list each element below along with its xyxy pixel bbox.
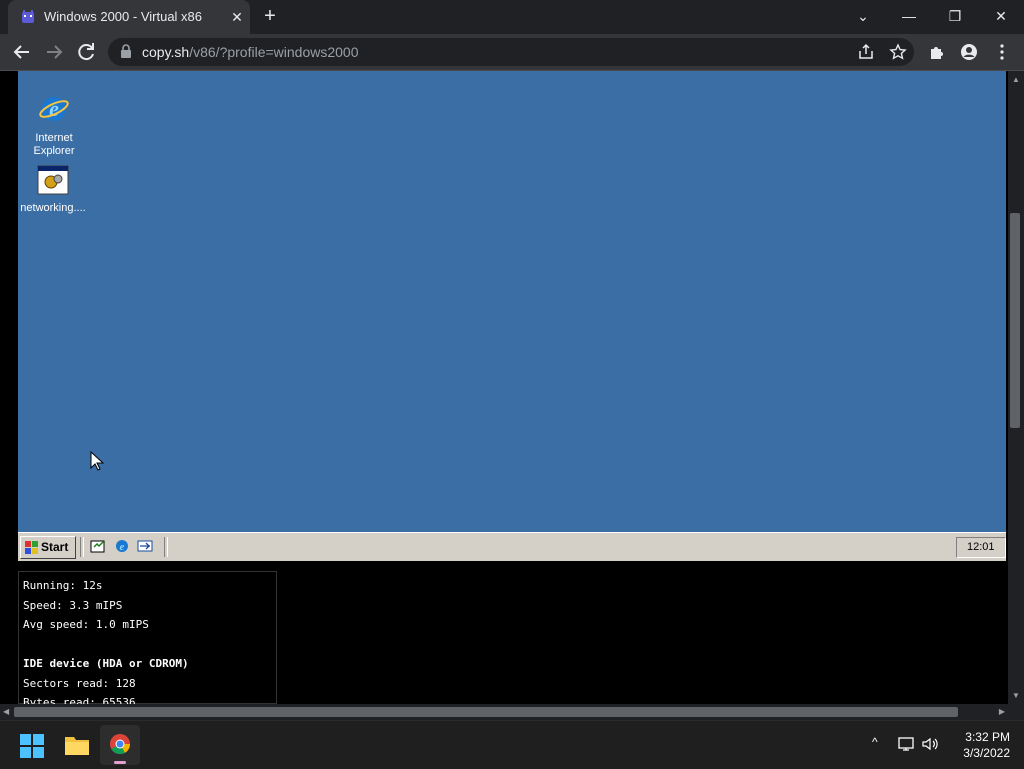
show-hidden-icons-chevron-icon[interactable]: ^ xyxy=(872,735,878,749)
mouse-cursor-icon xyxy=(90,451,104,471)
windows-flag-icon xyxy=(25,541,38,554)
desktop-icon-networking[interactable]: networking.... xyxy=(17,165,89,215)
share-icon[interactable] xyxy=(857,43,875,61)
tab-close-icon[interactable]: ✕ xyxy=(228,8,246,26)
horizontal-scrollbar[interactable]: ◀ ▶ xyxy=(0,704,1008,720)
lock-icon[interactable] xyxy=(120,44,132,58)
stat-sectors-read: Sectors read: 128 xyxy=(23,676,136,690)
forward-arrow-icon[interactable] xyxy=(42,40,66,64)
win2k-taskbar: Start e 12:01 xyxy=(18,532,1006,561)
start-label: Start xyxy=(41,540,69,554)
chrome-icon xyxy=(110,734,131,755)
taskbar-separator xyxy=(80,537,84,557)
volume-icon[interactable] xyxy=(921,736,941,752)
svg-text:e: e xyxy=(49,96,59,121)
desktop-icon-label: Internet Explorer xyxy=(33,132,75,157)
address-bar[interactable]: copy.sh/v86/?profile=windows2000 xyxy=(108,38,914,66)
desktop-icon-internet-explorer[interactable]: e Internet Explorer xyxy=(18,93,90,158)
clock-date: 3/3/2022 xyxy=(963,746,1010,760)
tab-title: Windows 2000 - Virtual x86 xyxy=(44,9,203,24)
scroll-up-arrow-icon[interactable]: ▲ xyxy=(1012,75,1020,84)
system-clock[interactable]: 3:32 PM 3/3/2022 xyxy=(963,729,1010,761)
bookmark-star-icon[interactable] xyxy=(889,43,907,61)
windows-start-icon[interactable] xyxy=(20,734,44,758)
start-button[interactable]: Start xyxy=(20,536,76,559)
win2k-desktop[interactable]: e Internet Explorer networking.... xyxy=(18,71,1006,532)
networking-icon xyxy=(37,165,69,195)
svg-text:e: e xyxy=(120,541,125,553)
tab-search-chevron-icon[interactable]: ⌄ xyxy=(841,0,885,32)
reload-icon[interactable] xyxy=(74,40,98,64)
tab-strip: Windows 2000 - Virtual x86 ✕ + ⌄ — ❐ ✕ xyxy=(0,0,1024,34)
desktop-icon-label: networking.... xyxy=(20,202,86,214)
new-tab-button[interactable]: + xyxy=(260,6,280,26)
extensions-puzzle-icon[interactable] xyxy=(928,43,946,61)
clock-time: 3:32 PM xyxy=(965,730,1010,744)
win2k-clock: 12:01 xyxy=(967,541,995,553)
close-window-button[interactable]: ✕ xyxy=(979,0,1023,32)
ie-quicklaunch-icon[interactable]: e xyxy=(114,538,130,554)
browser-tab[interactable]: Windows 2000 - Virtual x86 ✕ xyxy=(8,0,250,34)
kebab-menu-icon[interactable] xyxy=(993,43,1011,61)
page-content: e Internet Explorer networking.... Start xyxy=(0,71,1008,704)
win2k-system-tray[interactable]: 12:01 xyxy=(956,537,1006,558)
stat-bytes-read: Bytes read: 65536 xyxy=(23,696,136,704)
scroll-down-arrow-icon[interactable]: ▼ xyxy=(1012,691,1020,700)
show-desktop-icon[interactable] xyxy=(90,538,106,554)
url-text[interactable]: copy.sh/v86/?profile=windows2000 xyxy=(142,44,359,60)
stat-ide-heading: IDE device (HDA or CDROM) xyxy=(23,657,189,670)
minimize-button[interactable]: — xyxy=(887,0,931,32)
outlook-express-icon[interactable] xyxy=(137,538,153,554)
taskbar-separator xyxy=(164,537,168,557)
browser-toolbar: copy.sh/v86/?profile=windows2000 xyxy=(0,34,1024,71)
active-app-indicator xyxy=(114,761,126,764)
file-explorer-icon[interactable] xyxy=(64,733,90,757)
ie-icon: e xyxy=(39,96,69,121)
windows-taskbar: ^ 3:32 PM 3/3/2022 xyxy=(0,720,1024,769)
emulator-stats-panel: Running: 12s Speed: 3.3 mIPS Avg speed: … xyxy=(18,571,277,704)
profile-avatar-icon[interactable] xyxy=(960,43,978,61)
restore-button[interactable]: ❐ xyxy=(933,0,977,32)
network-icon[interactable] xyxy=(897,736,915,752)
scroll-right-arrow-icon[interactable]: ▶ xyxy=(999,707,1005,716)
stat-speed: Speed: 3.3 mIPS xyxy=(23,598,123,612)
horizontal-scroll-thumb[interactable] xyxy=(14,707,958,717)
chrome-taskbar-button[interactable] xyxy=(100,725,140,765)
back-arrow-icon[interactable] xyxy=(10,40,34,64)
scroll-left-arrow-icon[interactable]: ◀ xyxy=(3,707,9,716)
v86-favicon-icon xyxy=(22,10,34,23)
stat-avg-speed: Avg speed: 1.0 mIPS xyxy=(23,618,149,631)
stat-running: Running: 12s xyxy=(23,579,103,592)
vertical-scrollbar[interactable]: ▲ ▼ xyxy=(1008,71,1024,704)
vertical-scroll-thumb[interactable] xyxy=(1010,213,1020,428)
